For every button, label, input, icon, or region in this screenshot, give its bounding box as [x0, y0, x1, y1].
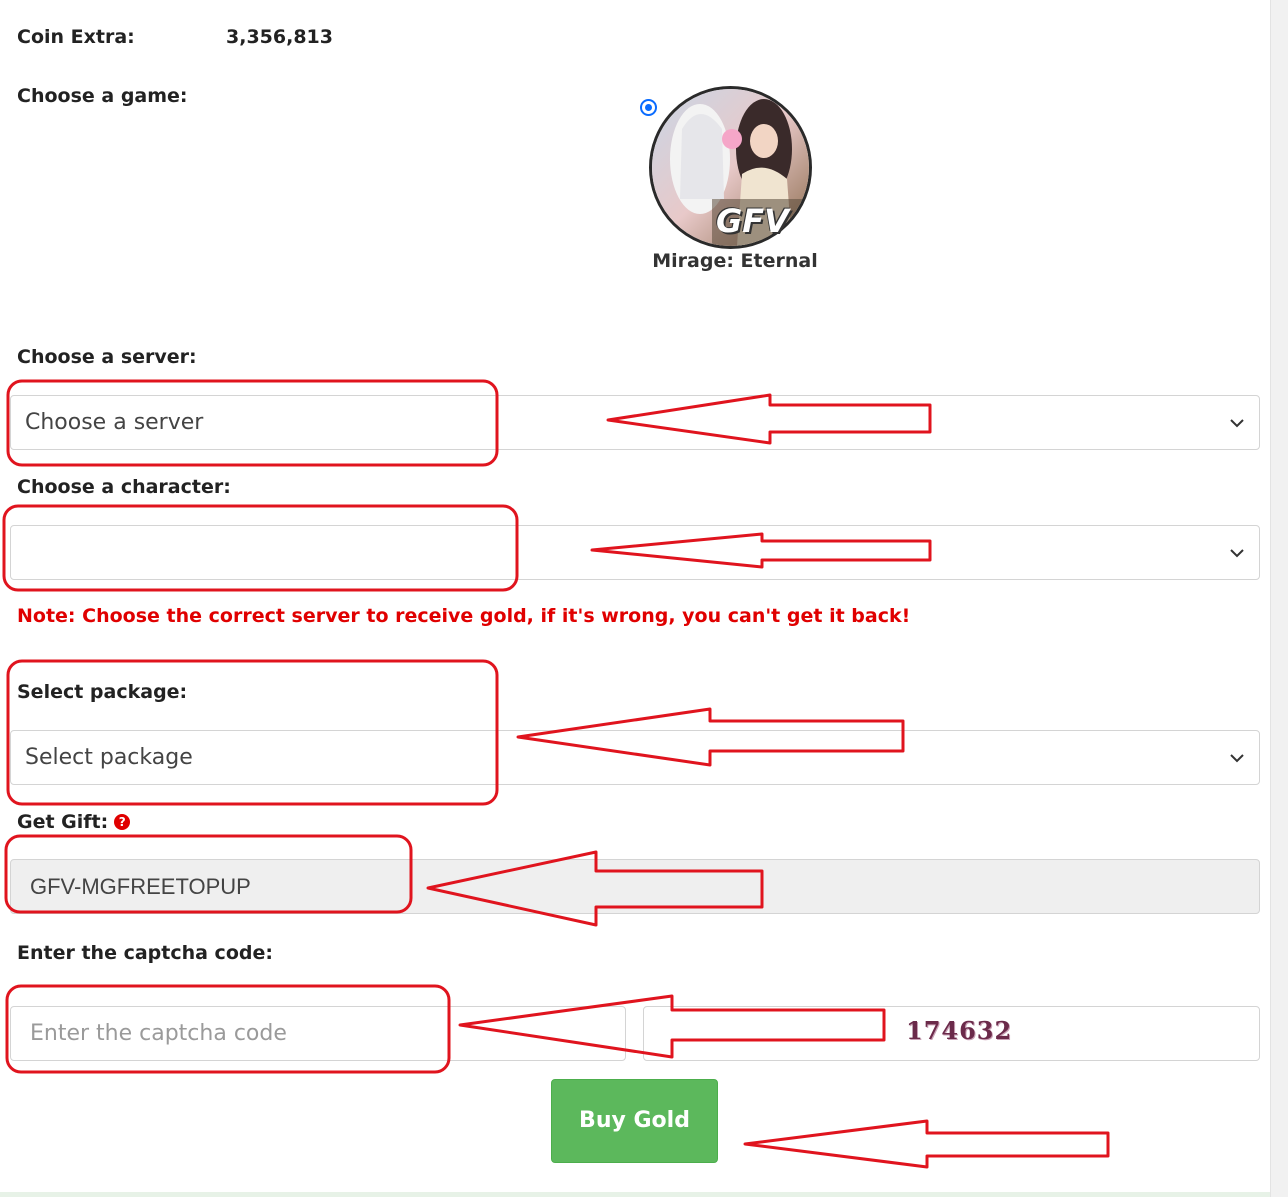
choose-character-label: Choose a character:: [17, 476, 231, 498]
arrow-buy-icon: [743, 1119, 1110, 1169]
game-radio[interactable]: [640, 99, 657, 116]
chevron-down-icon: [1230, 419, 1244, 428]
warning-note: Note: Choose the correct server to recei…: [17, 605, 911, 627]
game-option-mirage-eternal[interactable]: GFV Mirage: Eternal: [640, 84, 840, 284]
captcha-label: Enter the captcha code:: [17, 942, 273, 964]
buy-gold-button[interactable]: Buy Gold: [551, 1079, 718, 1163]
captcha-code-image: 174632: [906, 1016, 1013, 1045]
select-package-label: Select package:: [17, 681, 188, 703]
game-name: Mirage: Eternal: [652, 250, 818, 272]
chevron-down-icon: [1230, 754, 1244, 763]
gift-code-field[interactable]: GFV-MGFREETOPUP: [10, 859, 1260, 914]
coin-extra-label: Coin Extra:: [17, 26, 135, 48]
server-select[interactable]: Choose a server: [10, 395, 1260, 450]
scrollbar[interactable]: [1270, 0, 1288, 1197]
choose-server-label: Choose a server:: [17, 346, 197, 368]
get-gift-label: Get Gift:?: [17, 811, 131, 833]
captcha-image-box: 174632: [643, 1006, 1260, 1061]
gift-code-value: GFV-MGFREETOPUP: [30, 874, 251, 899]
game-logo-text: GFV: [716, 202, 789, 240]
package-select-value: Select package: [25, 745, 193, 770]
character-select[interactable]: [10, 525, 1260, 580]
get-gift-label-text: Get Gift:: [17, 811, 109, 833]
captcha-placeholder: Enter the captcha code: [30, 1021, 287, 1046]
chevron-down-icon: [1230, 549, 1244, 558]
footer-strip: [0, 1192, 1270, 1197]
question-circle-icon[interactable]: ?: [114, 814, 131, 830]
coin-extra-value: 3,356,813: [226, 26, 333, 48]
captcha-input[interactable]: Enter the captcha code: [10, 1006, 626, 1061]
package-select[interactable]: Select package: [10, 730, 1260, 785]
choose-game-label: Choose a game:: [17, 85, 188, 107]
server-select-value: Choose a server: [25, 410, 204, 435]
